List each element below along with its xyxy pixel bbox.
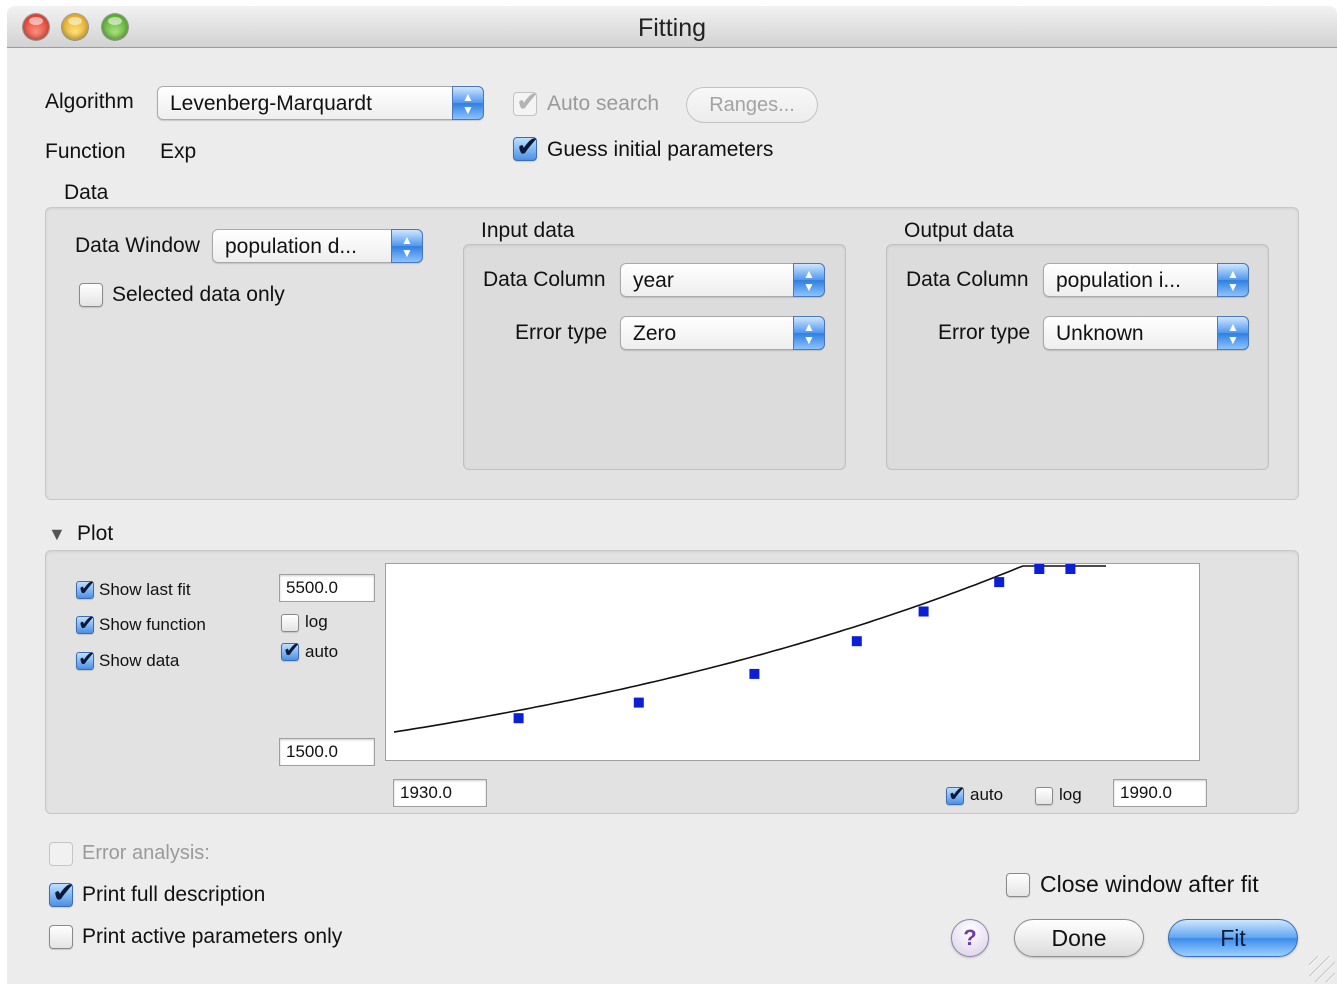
print-full-description-label: Print full description <box>82 883 266 906</box>
data-point <box>1034 564 1045 574</box>
popup-arrows-icon: ▲ ▼ <box>1217 263 1249 297</box>
input-data-column-popup[interactable]: year ▲ ▼ <box>620 263 825 297</box>
fit-button[interactable]: Fit <box>1168 919 1298 957</box>
data-point <box>513 713 524 724</box>
done-button[interactable]: Done <box>1014 919 1144 957</box>
show-last-fit-checkbox[interactable] <box>76 576 96 601</box>
data-point <box>633 697 644 708</box>
popup-arrows-icon: ▲ ▼ <box>793 316 825 350</box>
y-min-field[interactable]: 1500.0 <box>279 738 375 766</box>
algorithm-popup[interactable]: Levenberg-Marquardt ▲ ▼ <box>157 86 484 120</box>
fit-curve <box>393 565 1106 733</box>
input-error-type-popup[interactable]: Zero ▲ ▼ <box>620 316 825 350</box>
data-points-layer <box>513 564 1076 724</box>
x-max-field[interactable]: 1990.0 <box>1113 779 1207 807</box>
plot-area <box>385 563 1200 761</box>
close-window-after-fit-label: Close window after fit <box>1040 871 1259 897</box>
output-data-column-popup[interactable]: population i... ▲ ▼ <box>1043 263 1249 297</box>
popup-arrows-icon: ▲ ▼ <box>391 229 423 263</box>
guess-initial-checkbox[interactable] <box>513 130 539 163</box>
auto-search-checkbox[interactable] <box>513 85 539 118</box>
data-point <box>749 668 760 679</box>
input-data-column-label: Data Column <box>483 268 606 291</box>
show-data-checkbox[interactable] <box>76 647 96 672</box>
data-point <box>851 636 862 647</box>
output-data-column-label: Data Column <box>906 268 1029 291</box>
y-log-label: log <box>305 612 328 631</box>
output-data-title: Output data <box>904 219 1014 242</box>
print-active-parameters-label: Print active parameters only <box>82 925 343 948</box>
window-title: Fitting <box>637 14 707 42</box>
output-error-type-value: Unknown <box>1056 322 1144 345</box>
data-point <box>918 606 929 617</box>
input-data-column-value: year <box>633 269 674 292</box>
show-function-checkbox[interactable] <box>76 611 96 636</box>
show-data-label: Show data <box>99 651 180 670</box>
input-error-type-label: Error type <box>515 321 608 344</box>
data-window-label: Data Window <box>75 234 200 257</box>
y-log-checkbox[interactable] <box>281 614 299 632</box>
function-value: Exp <box>160 140 197 163</box>
error-analysis-checkbox[interactable] <box>49 842 73 866</box>
error-analysis-label: Error analysis: <box>82 842 210 864</box>
selected-data-only-checkbox[interactable] <box>79 283 103 307</box>
algorithm-value: Levenberg-Marquardt <box>170 92 372 115</box>
function-label: Function <box>45 140 126 163</box>
input-data-title: Input data <box>481 219 575 242</box>
ranges-button[interactable]: Ranges... <box>686 87 818 123</box>
popup-arrows-icon: ▲ ▼ <box>793 263 825 297</box>
data-point <box>994 577 1005 588</box>
x-log-label: log <box>1059 785 1082 804</box>
input-error-type-value: Zero <box>633 322 677 345</box>
fit-curve-layer <box>393 565 1106 733</box>
x-log-checkbox[interactable] <box>1035 787 1053 805</box>
popup-arrows-icon: ▲ ▼ <box>452 86 484 120</box>
resize-grip-icon[interactable] <box>1309 956 1335 982</box>
x-min-field[interactable]: 1930.0 <box>393 779 487 807</box>
x-auto-checkbox[interactable] <box>946 782 966 807</box>
auto-search-label: Auto search <box>547 92 660 115</box>
print-active-parameters-checkbox[interactable] <box>49 925 73 949</box>
output-error-type-popup[interactable]: Unknown ▲ ▼ <box>1043 316 1249 350</box>
title-bar: Fitting <box>7 6 1337 48</box>
help-button[interactable]: ? <box>951 919 989 957</box>
y-auto-label: auto <box>305 642 339 661</box>
y-auto-checkbox[interactable] <box>281 638 301 663</box>
disclosure-triangle-icon[interactable]: ▼ <box>48 524 70 544</box>
data-window-popup[interactable]: population d... ▲ ▼ <box>212 229 423 263</box>
popup-arrows-icon: ▲ ▼ <box>1217 316 1249 350</box>
fit-plot <box>393 564 1106 733</box>
plot-section-title: Plot <box>77 522 114 545</box>
output-data-column-value: population i... <box>1056 269 1181 292</box>
data-point <box>1065 564 1076 574</box>
data-window-value: population d... <box>225 235 357 258</box>
algorithm-label: Algorithm <box>45 90 134 113</box>
selected-data-only-label: Selected data only <box>112 283 285 306</box>
output-error-type-label: Error type <box>938 321 1031 344</box>
show-last-fit-label: Show last fit <box>99 580 191 599</box>
x-auto-label: auto <box>970 785 1004 804</box>
show-function-label: Show function <box>99 615 206 634</box>
guess-initial-label: Guess initial parameters <box>547 138 774 161</box>
close-window-after-fit-checkbox[interactable] <box>1006 873 1030 897</box>
print-full-description-checkbox[interactable] <box>49 876 75 909</box>
data-section-title: Data <box>64 181 109 204</box>
y-max-field[interactable]: 5500.0 <box>279 574 375 602</box>
